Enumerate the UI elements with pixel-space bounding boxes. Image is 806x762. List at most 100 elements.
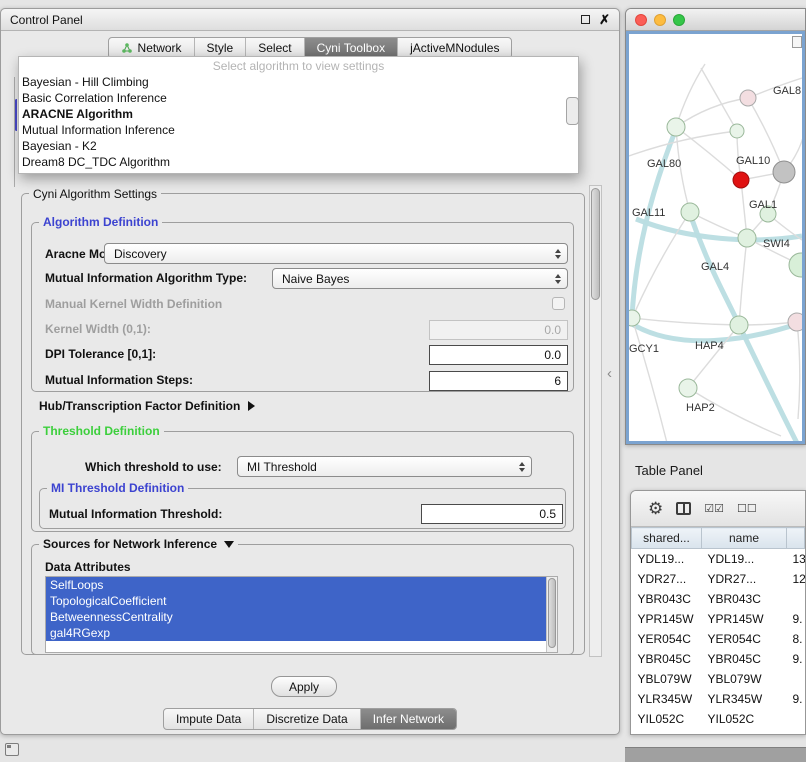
tab-impute-data[interactable]: Impute Data (164, 709, 253, 729)
network-edge[interactable] (797, 322, 800, 419)
network-node-GAL11[interactable] (681, 203, 699, 221)
close-icon[interactable]: ✗ (599, 13, 610, 26)
network-node-GCY1[interactable] (629, 310, 640, 326)
gear-icon[interactable]: ⚙ (648, 500, 663, 517)
kernel-width-field[interactable]: 0.0 (429, 320, 568, 340)
table-cell[interactable]: YIL052C (702, 709, 787, 729)
network-node-red-node[interactable] (733, 172, 749, 188)
table-cell[interactable]: 8. (787, 629, 805, 649)
attribute-item[interactable]: BetweennessCentrality (46, 609, 557, 625)
mi-steps-field[interactable]: 6 (429, 371, 568, 391)
table-row[interactable]: YBL079WYBL079W (632, 669, 805, 689)
table-row[interactable]: YLR345WYLR345W9. (632, 689, 805, 709)
table-row[interactable]: YBR045CYBR045C9. (632, 649, 805, 669)
table-cell[interactable]: YLR345W (632, 689, 702, 709)
apply-button[interactable]: Apply (271, 676, 337, 697)
expand-right-icon[interactable] (248, 401, 255, 411)
attribute-item[interactable]: TopologicalCoefficient (46, 593, 557, 609)
table-cell[interactable]: 12 (787, 569, 805, 589)
deselect-all-icon[interactable]: ☐☐ (737, 502, 757, 515)
network-edge[interactable] (688, 325, 739, 388)
tab-cyni-toolbox[interactable]: Cyni Toolbox (304, 38, 397, 58)
minimized-panel-icon[interactable] (5, 743, 19, 756)
table-cell[interactable] (787, 709, 805, 729)
table-cell[interactable]: YBL079W (632, 669, 702, 689)
algorithm-option[interactable]: Basic Correlation Inference (19, 90, 578, 106)
table-cell[interactable] (787, 589, 805, 609)
table-cell[interactable]: YBR043C (632, 589, 702, 609)
table-cell[interactable]: YBL079W (702, 669, 787, 689)
network-node-pink-top[interactable] (740, 90, 756, 106)
table-cell[interactable]: YLR345W (702, 689, 787, 709)
attributes-scrollbar-thumb[interactable] (548, 578, 556, 648)
network-edge-highlighted[interactable] (632, 324, 797, 341)
table-cell[interactable]: YDR27... (702, 569, 787, 589)
panel-collapse-handle[interactable]: ‹ (607, 366, 612, 381)
select-all-icon[interactable]: ☑☑ (704, 502, 724, 515)
attribute-item[interactable]: SelfLoops (46, 577, 557, 593)
network-graph[interactable]: GAL8GAL80GAL10GAL11GAL1SWI4GAL4GCY1HAP4H… (629, 34, 802, 442)
table-row[interactable]: YIL052CYIL052C (632, 709, 805, 729)
table-column-header[interactable] (787, 528, 805, 549)
network-node-GAL4[interactable] (738, 229, 756, 247)
algorithm-option[interactable]: Bayesian - K2 (19, 138, 578, 154)
table-cell[interactable]: YPR145W (632, 609, 702, 629)
tab-discretize-data[interactable]: Discretize Data (253, 709, 359, 729)
table-cell[interactable]: YDL19... (632, 549, 702, 569)
network-node-green-small[interactable] (730, 124, 744, 138)
table-cell[interactable]: YIL052C (632, 709, 702, 729)
table-cell[interactable]: YDL19... (702, 549, 787, 569)
tab-style[interactable]: Style (194, 38, 246, 58)
algorithm-option[interactable]: Bayesian - Hill Climbing (19, 74, 578, 90)
columns-icon[interactable] (676, 502, 691, 515)
tab-jactivemnodules[interactable]: jActiveMNodules (397, 38, 511, 58)
network-edge[interactable] (629, 131, 737, 156)
collapse-down-icon[interactable] (224, 541, 234, 548)
network-node-pink-right[interactable] (788, 313, 802, 331)
network-node-GAL80[interactable] (667, 118, 685, 136)
data-attributes-list[interactable]: SelfLoopsTopologicalCoefficientBetweenne… (45, 576, 558, 653)
mi-threshold-field[interactable]: 0.5 (421, 504, 563, 524)
tab-select[interactable]: Select (245, 38, 303, 58)
table-cell[interactable]: 9. (787, 649, 805, 669)
network-node-HAP2[interactable] (679, 379, 697, 397)
network-edge[interactable] (676, 98, 748, 127)
attribute-item[interactable]: gal4RGexp (46, 625, 557, 641)
aracne-mode-select[interactable]: Discovery (104, 243, 568, 264)
table-cell[interactable]: 9. (787, 689, 805, 709)
float-panel-icon[interactable] (581, 15, 590, 24)
tab-infer-network[interactable]: Infer Network (360, 709, 456, 729)
table-row[interactable]: YDL19...YDL19...13 (632, 549, 805, 569)
settings-scrollbar[interactable] (589, 185, 602, 657)
table-cell[interactable]: YER054C (632, 629, 702, 649)
sources-group-title[interactable]: Sources for Network Inference (39, 537, 238, 551)
network-node-GAL10[interactable] (773, 161, 795, 183)
table-row[interactable]: YDR27...YDR27...12 (632, 569, 805, 589)
network-canvas[interactable]: GAL8GAL80GAL10GAL11GAL1SWI4GAL4GCY1HAP4H… (626, 31, 805, 444)
table-cell[interactable]: YBR045C (702, 649, 787, 669)
table-column-header[interactable]: name (702, 528, 787, 549)
table-row[interactable]: YBR043CYBR043C (632, 589, 805, 609)
network-window-titlebar[interactable] (626, 9, 805, 31)
table-cell[interactable]: YBR043C (702, 589, 787, 609)
algorithm-option[interactable]: ARACNE Algorithm (19, 106, 578, 122)
table-cell[interactable]: YBR045C (632, 649, 702, 669)
table-cell[interactable]: YDR27... (632, 569, 702, 589)
table-cell[interactable] (787, 669, 805, 689)
table-row[interactable]: YPR145WYPR145W9. (632, 609, 805, 629)
table-column-header[interactable]: shared... (632, 528, 702, 549)
algorithm-option[interactable]: Mutual Information Inference (19, 122, 578, 138)
close-traffic-light[interactable] (635, 14, 647, 26)
network-node-HAP4[interactable] (730, 316, 748, 334)
dpi-tolerance-field[interactable]: 0.0 (429, 345, 568, 365)
zoom-traffic-light[interactable] (673, 14, 685, 26)
control-panel-titlebar[interactable]: Control Panel ✗ (1, 9, 619, 31)
network-edge[interactable] (701, 68, 737, 131)
algorithm-option[interactable]: Dream8 DC_TDC Algorithm (19, 154, 578, 170)
hub-tf-section-header[interactable]: Hub/Transcription Factor Definition (39, 399, 255, 413)
table-cell[interactable]: YPR145W (702, 609, 787, 629)
which-threshold-select[interactable]: MI Threshold (237, 456, 532, 477)
mi-type-select[interactable]: Naive Bayes (272, 268, 568, 289)
network-edge[interactable] (632, 318, 739, 325)
minimize-traffic-light[interactable] (654, 14, 666, 26)
